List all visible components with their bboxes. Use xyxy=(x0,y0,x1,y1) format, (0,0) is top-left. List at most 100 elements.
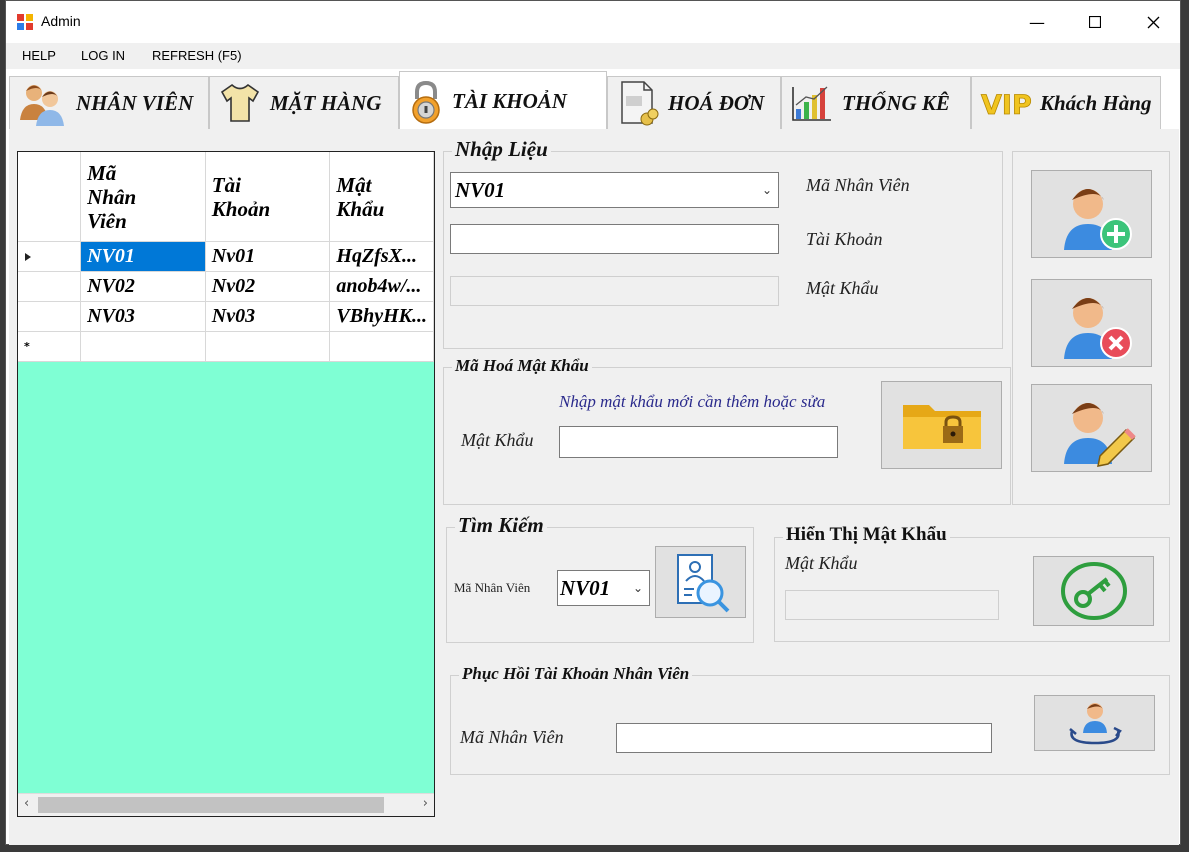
tai-khoan-input[interactable] xyxy=(450,224,779,254)
new-cell[interactable] xyxy=(80,331,206,362)
row-header-current[interactable] xyxy=(18,241,82,272)
tab-label: HOÁ ĐƠN xyxy=(668,90,765,115)
cell-ma-nhan-vien[interactable]: NV03 xyxy=(80,301,206,332)
chevron-down-icon: ⌄ xyxy=(761,183,772,197)
edit-user-icon xyxy=(1063,403,1136,467)
scroll-thumb[interactable] xyxy=(38,797,384,813)
tim-kiem-group: Tìm Kiếm Mã Nhân Viên NV01 ⌄ xyxy=(446,513,754,643)
cell-tai-khoan[interactable]: Nv03 xyxy=(205,301,331,332)
mat-khau-label: Mật Khẩu xyxy=(785,553,858,573)
tab-khach-hang[interactable]: VIP Khách Hàng xyxy=(971,76,1161,130)
mat-khau-label: Mật Khẩu xyxy=(461,430,534,450)
svg-text:VIP: VIP xyxy=(981,90,1032,119)
cell-ma-nhan-vien[interactable]: NV01 xyxy=(80,241,206,272)
ma-nhan-vien-combo[interactable]: NV01 ⌄ xyxy=(450,172,779,208)
table-row[interactable]: NV03 Nv03 VBhyHK... xyxy=(18,301,434,332)
tab-thong-ke[interactable]: THỐNG KÊ xyxy=(781,76,971,130)
col-header-mat-khau[interactable]: Mật Khẩu xyxy=(329,152,434,242)
nhap-lieu-group: Nhập Liệu NV01 ⌄ Mã Nhân Viên Tài Khoản … xyxy=(443,137,1003,349)
ma-nhan-vien-label: Mã Nhân Viên xyxy=(460,727,564,747)
restore-account-button[interactable] xyxy=(1034,695,1155,751)
cell-tai-khoan[interactable]: Nv01 xyxy=(205,241,331,272)
mat-khau-label: Mật Khẩu xyxy=(806,278,879,298)
mat-khau-input[interactable] xyxy=(450,276,779,306)
col-header-text: Mật Khẩu xyxy=(336,172,385,221)
tab-label: THỐNG KÊ xyxy=(842,90,950,115)
minimize-button[interactable]: — xyxy=(1008,1,1066,43)
grid-header-row: Mã Nhân Viên Tài Khoản Mật Khẩu xyxy=(18,152,434,242)
invoice-icon xyxy=(621,81,659,126)
statistics-chart-icon xyxy=(792,86,831,121)
cell-tai-khoan[interactable]: Nv02 xyxy=(205,271,331,302)
encrypt-password-button[interactable] xyxy=(881,381,1002,469)
row-header[interactable] xyxy=(18,301,82,332)
group-title: Mã Hoá Mật Khẩu xyxy=(452,356,592,376)
cell-mat-khau[interactable]: VBhyHK... xyxy=(329,301,434,332)
vip-icon: VIP xyxy=(981,90,1032,119)
hint-text: Nhập mật khẩu mới cần thêm hoặc sửa xyxy=(559,392,826,411)
menu-login[interactable]: LOG IN xyxy=(81,48,125,63)
tab-strip: NHÂN VIÊN MẶT HÀNG TÀI KHOẢN HOÁ ĐƠN THỐ… xyxy=(9,71,1179,131)
delete-account-button[interactable] xyxy=(1031,279,1152,367)
window-title: Admin xyxy=(41,13,81,29)
hien-thi-mat-khau-group: Hiển Thị Mật Khẩu Mật Khẩu xyxy=(774,524,1170,642)
tab-hoa-don[interactable]: HOÁ ĐƠN xyxy=(607,76,781,130)
ma-nhan-vien-label: Mã Nhân Viên xyxy=(454,580,531,595)
tab-label: NHÂN VIÊN xyxy=(76,90,194,115)
ma-nhan-vien-label: Mã Nhân Viên xyxy=(806,175,910,195)
cell-mat-khau[interactable]: HqZfsX... xyxy=(329,241,434,272)
group-title: Hiển Thị Mật Khẩu xyxy=(783,524,950,546)
add-account-button[interactable] xyxy=(1031,170,1152,258)
col-header-tai-khoan[interactable]: Tài Khoản xyxy=(205,152,331,242)
cell-mat-khau[interactable]: anob4w/... xyxy=(329,271,434,302)
shirt-icon xyxy=(220,83,260,122)
employees-icon xyxy=(20,85,64,126)
group-title: Nhập Liệu xyxy=(452,137,551,162)
col-header-ma-nhan-vien[interactable]: Mã Nhân Viên xyxy=(80,152,206,242)
close-button[interactable] xyxy=(1124,1,1182,43)
locked-folder-icon xyxy=(902,405,981,449)
tab-label: MẶT HÀNG xyxy=(270,90,382,115)
new-cell[interactable] xyxy=(329,331,434,362)
close-icon xyxy=(1147,16,1159,28)
search-ma-nhan-vien-combo[interactable]: NV01 ⌄ xyxy=(557,570,650,606)
table-row[interactable]: NV02 Nv02 anob4w/... xyxy=(18,271,434,302)
menu-help[interactable]: HELP xyxy=(22,48,56,63)
menu-refresh[interactable]: REFRESH (F5) xyxy=(152,48,242,63)
accounts-grid[interactable]: Mã Nhân Viên Tài Khoản Mật Khẩu NV01 Nv0… xyxy=(17,151,435,817)
scroll-left-icon[interactable]: ‹ xyxy=(24,796,29,811)
show-password-button[interactable] xyxy=(1033,556,1154,626)
new-password-input[interactable] xyxy=(559,426,838,458)
minimize-icon: — xyxy=(1029,12,1045,32)
tab-tai-khoan[interactable]: TÀI KHOẢN xyxy=(399,71,607,131)
search-button[interactable] xyxy=(655,546,746,618)
admin-window: Admin — HELP LOG IN REFRESH (F5) NHÂN VI… xyxy=(5,0,1181,845)
table-row[interactable]: NV01 Nv01 HqZfsX... xyxy=(18,241,434,272)
new-cell[interactable] xyxy=(205,331,331,362)
menu-bar: HELP LOG IN REFRESH (F5) xyxy=(6,43,1180,69)
row-header[interactable] xyxy=(18,271,82,302)
edit-account-button[interactable] xyxy=(1031,384,1152,472)
scroll-right-icon[interactable]: › xyxy=(423,796,428,811)
restore-user-icon xyxy=(1068,703,1122,745)
search-user-icon xyxy=(676,554,729,613)
tab-label: TÀI KHOẢN xyxy=(452,89,567,113)
action-buttons-group xyxy=(1012,151,1170,505)
cell-ma-nhan-vien[interactable]: NV02 xyxy=(80,271,206,302)
maximize-icon xyxy=(1089,16,1101,28)
new-row[interactable]: * xyxy=(18,331,434,362)
horizontal-scrollbar[interactable]: ‹ › xyxy=(18,793,434,816)
accounts-table: Mã Nhân Viên Tài Khoản Mật Khẩu NV01 Nv0… xyxy=(18,152,434,362)
title-bar[interactable]: Admin — xyxy=(6,1,1180,43)
maximize-button[interactable] xyxy=(1066,1,1124,43)
group-title: Tìm Kiếm xyxy=(455,513,547,538)
add-user-icon xyxy=(1063,189,1132,250)
row-header-corner xyxy=(18,152,82,242)
ma-hoa-mat-khau-group: Mã Hoá Mật Khẩu Nhập mật khẩu mới cần th… xyxy=(443,356,1011,505)
tai-khoan-page: Mã Nhân Viên Tài Khoản Mật Khẩu NV01 Nv0… xyxy=(9,129,1179,845)
tai-khoan-label: Tài Khoản xyxy=(806,229,883,249)
tab-nhan-vien[interactable]: NHÂN VIÊN xyxy=(9,76,209,130)
tab-mat-hang[interactable]: MẶT HÀNG xyxy=(209,76,399,130)
phuc-hoi-tai-khoan-group: Phục Hồi Tài Khoản Nhân Viên Mã Nhân Viê… xyxy=(450,664,1170,775)
restore-ma-nhan-vien-input[interactable] xyxy=(616,723,992,753)
